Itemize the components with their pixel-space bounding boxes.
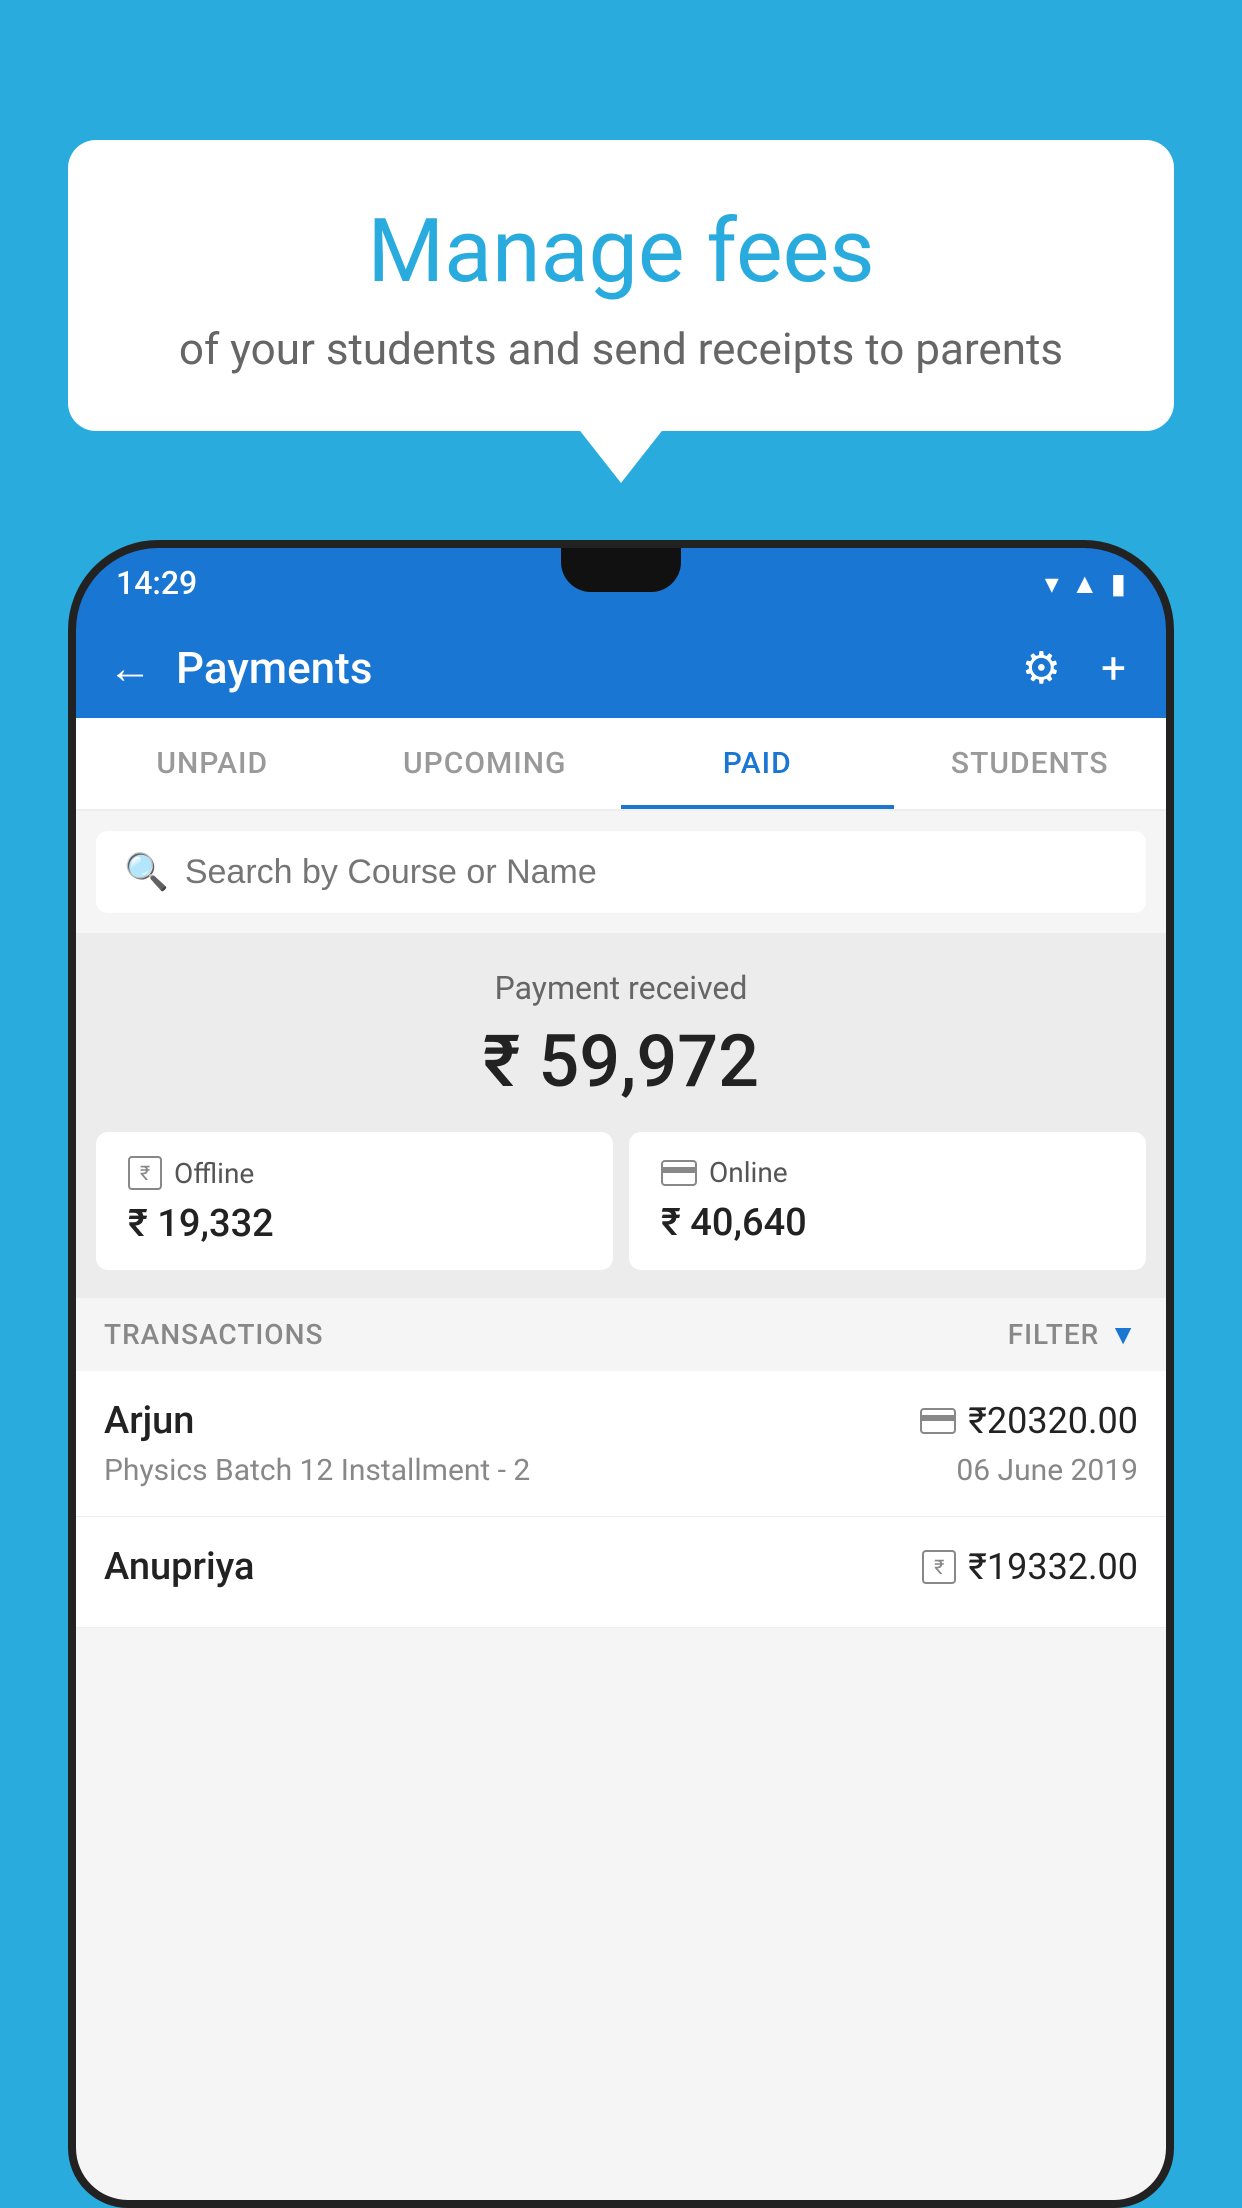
transaction-row1: Anupriya ₹ ₹19332.00 [104, 1545, 1138, 1589]
speech-bubble-subtitle: of your students and send receipts to pa… [116, 323, 1126, 375]
tab-unpaid[interactable]: UNPAID [76, 718, 349, 809]
offline-card-header: ₹ Offline [128, 1156, 581, 1190]
amount-row: ₹20320.00 [920, 1400, 1138, 1442]
online-card: Online ₹ 40,640 [629, 1132, 1146, 1270]
battery-icon: ▮ [1111, 567, 1126, 600]
online-card-header: Online [661, 1156, 1114, 1189]
tx-amount: ₹19332.00 [968, 1546, 1138, 1588]
tx-amount: ₹20320.00 [968, 1400, 1138, 1442]
status-bar: 14:29 ▾ ▲ ▮ [76, 548, 1166, 618]
signal-icon: ▲ [1071, 567, 1099, 600]
status-time: 14:29 [116, 564, 197, 602]
tx-date: 06 June 2019 [956, 1453, 1138, 1488]
tab-upcoming[interactable]: UPCOMING [349, 718, 622, 809]
status-icons: ▾ ▲ ▮ [1045, 567, 1126, 600]
filter-label: FILTER [1008, 1318, 1100, 1351]
offline-label: Offline [174, 1157, 254, 1190]
settings-button[interactable]: ⚙ [1014, 634, 1069, 702]
tab-paid[interactable]: PAID [621, 718, 894, 809]
phone-content: 🔍 Payment received ₹ 59,972 ₹ Offline ₹ … [76, 811, 1166, 2203]
search-input[interactable] [185, 853, 1118, 892]
phone-notch [561, 548, 681, 592]
speech-bubble-title: Manage fees [116, 200, 1126, 303]
search-bar[interactable]: 🔍 [96, 831, 1146, 913]
tabs-bar: UNPAID UPCOMING PAID STUDENTS [76, 718, 1166, 811]
transaction-row2: Physics Batch 12 Installment - 2 06 June… [104, 1453, 1138, 1488]
phone-frame: 14:29 ▾ ▲ ▮ ← Payments ⚙ + UNPAID UPCOMI… [68, 540, 1174, 2208]
transaction-item[interactable]: Arjun ₹20320.00 Physics Batch 12 Install… [76, 1371, 1166, 1517]
transaction-item[interactable]: Anupriya ₹ ₹19332.00 [76, 1517, 1166, 1628]
transactions-header: TRANSACTIONS FILTER ▼ [76, 1298, 1166, 1371]
back-button[interactable]: ← [108, 642, 152, 694]
payment-total-amount: ₹ 59,972 [96, 1019, 1146, 1104]
add-button[interactable]: + [1093, 634, 1134, 702]
course-label: Physics Batch 12 Installment - 2 [104, 1453, 530, 1488]
card-icon [661, 1160, 697, 1186]
offline-card: ₹ Offline ₹ 19,332 [96, 1132, 613, 1270]
filter-icon: ▼ [1109, 1318, 1138, 1351]
online-label: Online [709, 1156, 788, 1189]
student-name: Anupriya [104, 1545, 254, 1589]
payment-cards: ₹ Offline ₹ 19,332 Online ₹ 40,640 [96, 1132, 1146, 1270]
app-bar: ← Payments ⚙ + [76, 618, 1166, 718]
page-title: Payments [176, 642, 990, 694]
amount-row: ₹ ₹19332.00 [922, 1546, 1138, 1588]
payment-summary: Payment received ₹ 59,972 ₹ Offline ₹ 19… [76, 933, 1166, 1298]
wifi-icon: ▾ [1045, 567, 1059, 600]
student-name: Arjun [104, 1399, 194, 1443]
tab-students[interactable]: STUDENTS [894, 718, 1167, 809]
speech-bubble: Manage fees of your students and send re… [68, 140, 1174, 431]
rupee-payment-icon: ₹ [922, 1550, 956, 1584]
payment-received-label: Payment received [96, 969, 1146, 1007]
transaction-row1: Arjun ₹20320.00 [104, 1399, 1138, 1443]
filter-button[interactable]: FILTER ▼ [1008, 1318, 1138, 1351]
card-payment-icon [920, 1408, 956, 1434]
rupee-icon: ₹ [128, 1156, 162, 1190]
transactions-label: TRANSACTIONS [104, 1318, 323, 1351]
search-icon: 🔍 [124, 851, 169, 893]
offline-amount: ₹ 19,332 [128, 1202, 581, 1246]
online-amount: ₹ 40,640 [661, 1201, 1114, 1245]
